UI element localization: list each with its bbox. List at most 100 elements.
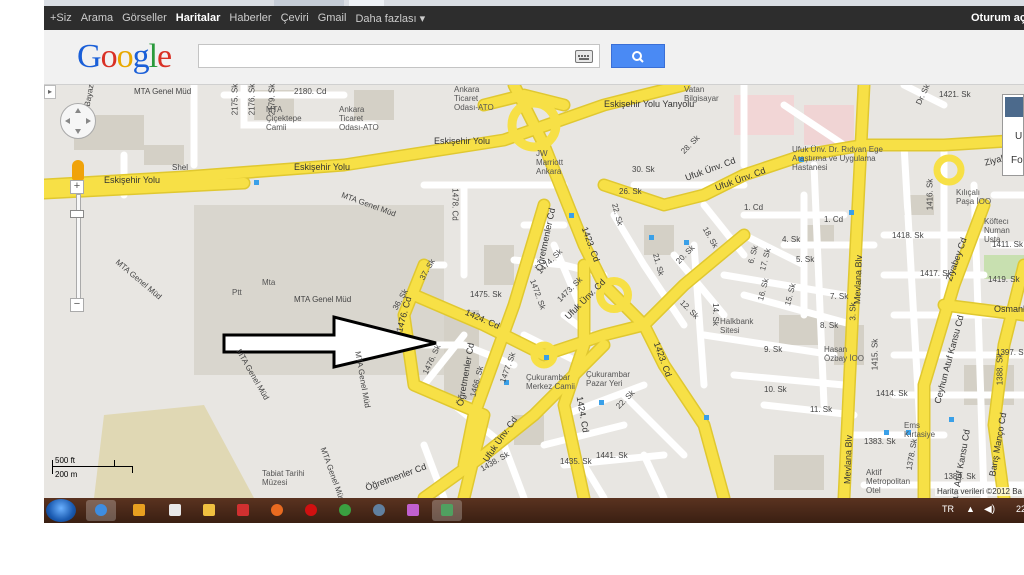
street-label: 2180. Cd: [294, 87, 327, 96]
street-label: 1388. Sk: [995, 353, 1005, 386]
logo-letter: g: [132, 38, 150, 75]
street-label: 1414. Sk: [876, 389, 908, 398]
taskbar-app[interactable]: [262, 500, 292, 521]
poi-label[interactable]: JW Marriott Ankara: [536, 149, 576, 176]
street-label: 1478. Cd: [450, 188, 460, 221]
poi-label[interactable]: Aktif Metropolitan Otel: [866, 468, 911, 495]
poi-label[interactable]: Çukurambar Merkez Camii: [526, 373, 576, 391]
street-label: 1419. Sk: [988, 275, 1020, 284]
poi-label[interactable]: Hasan Özbay İOO: [824, 345, 864, 363]
start-button[interactable]: [46, 499, 76, 522]
scale-label-ft: 500 ft: [55, 456, 76, 465]
scale-label-m: 200 m: [55, 470, 78, 479]
nav-gmail[interactable]: Gmail: [318, 12, 347, 24]
poi-label[interactable]: Mta: [262, 278, 275, 287]
zoom-slider-handle[interactable]: [70, 210, 84, 218]
nav-translate[interactable]: Çeviri: [281, 12, 309, 24]
folder-icon: [203, 504, 215, 516]
taskbar-app[interactable]: [398, 500, 428, 521]
poi-label[interactable]: Tabiat Tarihi Müzesi: [262, 469, 307, 487]
street-label: Mevlana Blv: [852, 254, 864, 305]
street-label: 10. Sk: [764, 385, 787, 394]
taskbar-app[interactable]: [296, 500, 326, 521]
logo-letter: e: [157, 38, 172, 75]
street-label: 8. Sk: [820, 321, 839, 330]
nav-images[interactable]: Görseller: [122, 12, 167, 24]
sign-in-link[interactable]: Oturum aç: [971, 6, 1024, 30]
logo-letter: o: [116, 38, 134, 75]
paint-icon: [407, 504, 419, 516]
poi-label[interactable]: Ankara Ticaret Odası-ATO: [454, 85, 502, 112]
taskbar-app[interactable]: [432, 500, 462, 521]
media-icon: [133, 504, 145, 516]
map-canvas[interactable]: Eskişehir Yolu Eskişehir Yolu Eskişehir …: [44, 83, 1024, 520]
street-label: 1435. Sk: [560, 457, 592, 466]
tray-expand-icon[interactable]: ▲: [966, 504, 975, 514]
street-label: 4. Sk: [782, 235, 801, 244]
logo-letter: l: [148, 38, 159, 75]
map-attribution: Harita verileri ©2012 Ba: [934, 487, 1024, 496]
street-label: 1475. Sk: [470, 290, 502, 299]
search-input[interactable]: [198, 44, 600, 68]
taskbar: TR ▲ ◀) 22: [44, 498, 1024, 523]
street-label: 2175. Sk: [230, 83, 240, 116]
taskbar-app[interactable]: [330, 500, 360, 521]
taskbar-app[interactable]: [228, 500, 258, 521]
street-label: Mevlana Blv: [842, 434, 854, 485]
keyboard-icon[interactable]: [575, 50, 593, 63]
nav-plus-you[interactable]: +Siz: [50, 12, 72, 24]
poi-label[interactable]: Ptt: [232, 288, 242, 297]
street-label: 1383. Sk: [864, 437, 896, 446]
magnifier-icon: [632, 51, 644, 63]
poi-label[interactable]: Ufuk Ünv. Dr. Rıdvan Ege Araştırma ve Uy…: [792, 145, 902, 172]
map-type-label[interactable]: U: [1015, 131, 1022, 142]
street-label: 1. Cd: [824, 215, 844, 224]
search-button[interactable]: [611, 44, 665, 68]
scale-tick: [52, 460, 53, 474]
street-label: Osmanl: [994, 304, 1024, 314]
sand-area: [94, 405, 254, 498]
poi-label[interactable]: Ankara Ticaret Odası-ATO: [339, 105, 387, 132]
globe-icon: [373, 504, 385, 516]
clock[interactable]: 22: [1016, 504, 1024, 514]
taskbar-app[interactable]: [86, 500, 116, 521]
opera-icon: [305, 504, 317, 516]
panel-toggle-icon[interactable]: ▸: [44, 85, 56, 99]
nav-maps[interactable]: Haritalar: [176, 12, 221, 24]
volume-icon[interactable]: ◀): [984, 504, 995, 515]
nav-more[interactable]: Daha fazlası ▾: [355, 12, 425, 25]
poi-label[interactable]: Vatan Bilgisayar: [684, 85, 724, 103]
maps-header: Google: [44, 30, 1024, 85]
taskbar-app[interactable]: [364, 500, 394, 521]
google-nav: +Siz Arama Görseller Haritalar Haberler …: [50, 6, 425, 30]
map-type-selector[interactable]: U Fo: [1002, 94, 1024, 176]
street-label: 26. Sk: [619, 187, 642, 196]
street-label: 1415. Sk: [870, 338, 880, 371]
taskbar-app[interactable]: [124, 500, 154, 521]
map-type-label[interactable]: Fo: [1011, 155, 1023, 166]
poi-label[interactable]: Köftecı Numan Usta: [984, 217, 1024, 244]
taskbar-app[interactable]: [160, 500, 190, 521]
street-label: Eskişehir Yolu Yanyolu: [604, 99, 695, 109]
earth-thumbnail-icon[interactable]: [1005, 97, 1023, 117]
language-indicator[interactable]: TR: [942, 504, 954, 514]
street-label: 9. Sk: [764, 345, 783, 354]
poi-label[interactable]: Çukurambar Pazar Yeri: [586, 370, 631, 388]
nav-search[interactable]: Arama: [81, 12, 113, 24]
poi-label[interactable]: Kılıçalı Paşa İOO: [956, 188, 996, 206]
street-label: 7. Sk: [830, 292, 849, 301]
scale-tick: [114, 460, 115, 467]
poi-label[interactable]: Halkbank Sitesi: [720, 317, 760, 335]
zoom-out-button[interactable]: −: [70, 298, 84, 312]
taskbar-app[interactable]: [194, 500, 224, 521]
poi-label[interactable]: Ems Kırtasiye: [904, 421, 944, 439]
calendar-icon: [169, 504, 181, 516]
poi-label[interactable]: MTA Çiçektepe Camii: [266, 105, 314, 132]
pan-control[interactable]: [60, 103, 96, 139]
google-logo[interactable]: Google: [77, 37, 172, 77]
street-label: MTA Genel Müd: [294, 295, 352, 304]
zoom-in-button[interactable]: +: [70, 180, 84, 194]
pegman-icon[interactable]: [72, 160, 84, 180]
nav-news[interactable]: Haberler: [229, 12, 271, 24]
street-label: Eskişehir Yolu: [104, 175, 161, 185]
